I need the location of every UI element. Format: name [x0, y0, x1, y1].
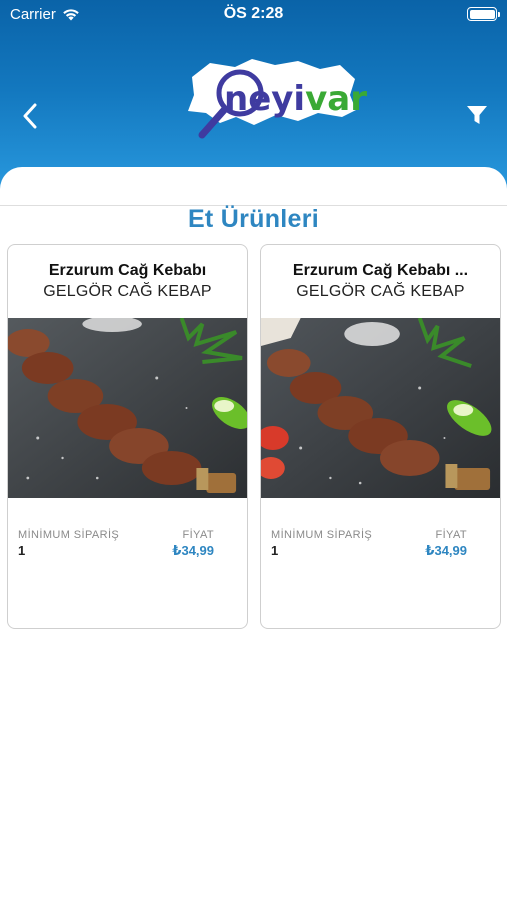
battery-icon — [467, 7, 500, 21]
filter-icon — [467, 106, 487, 124]
price-value: ₺34,99 — [425, 543, 467, 558]
product-card[interactable]: Erzurum Cağ Kebabı GELGÖR CAĞ KEBAP MİNİ… — [7, 244, 248, 629]
product-image — [261, 318, 500, 498]
chevron-left-icon — [23, 103, 37, 129]
min-order-value: 1 — [18, 543, 26, 558]
product-shop: GELGÖR CAĞ KEBAP — [296, 283, 465, 300]
filter-button[interactable] — [463, 100, 491, 130]
price-label: FİYAT — [182, 529, 214, 541]
product-name: Erzurum Cağ Kebabı ... — [292, 262, 469, 279]
logo-text: neyivar — [224, 79, 367, 119]
back-button[interactable] — [16, 98, 44, 134]
product-card[interactable]: Erzurum Cağ Kebabı ... GELGÖR CAĞ KEBAP — [260, 244, 501, 629]
product-shop: GELGÖR CAĞ KEBAP — [43, 283, 212, 300]
min-order-value: 1 — [271, 543, 279, 558]
min-order-label: MİNİMUM SİPARİŞ — [18, 529, 120, 541]
section-title: Et Ürünleri — [187, 205, 320, 233]
price-label: FİYAT — [435, 529, 467, 541]
product-image — [8, 318, 247, 498]
status-time: ÖS 2:28 — [223, 5, 284, 22]
app-logo: neyivar — [180, 55, 367, 150]
min-order-label: MİNİMUM SİPARİŞ — [271, 529, 373, 541]
price-value: ₺34,99 — [172, 543, 214, 558]
product-name: Erzurum Cağ Kebabı — [48, 262, 207, 279]
status-bar: Carrier ÖS 2:28 — [0, 0, 507, 30]
